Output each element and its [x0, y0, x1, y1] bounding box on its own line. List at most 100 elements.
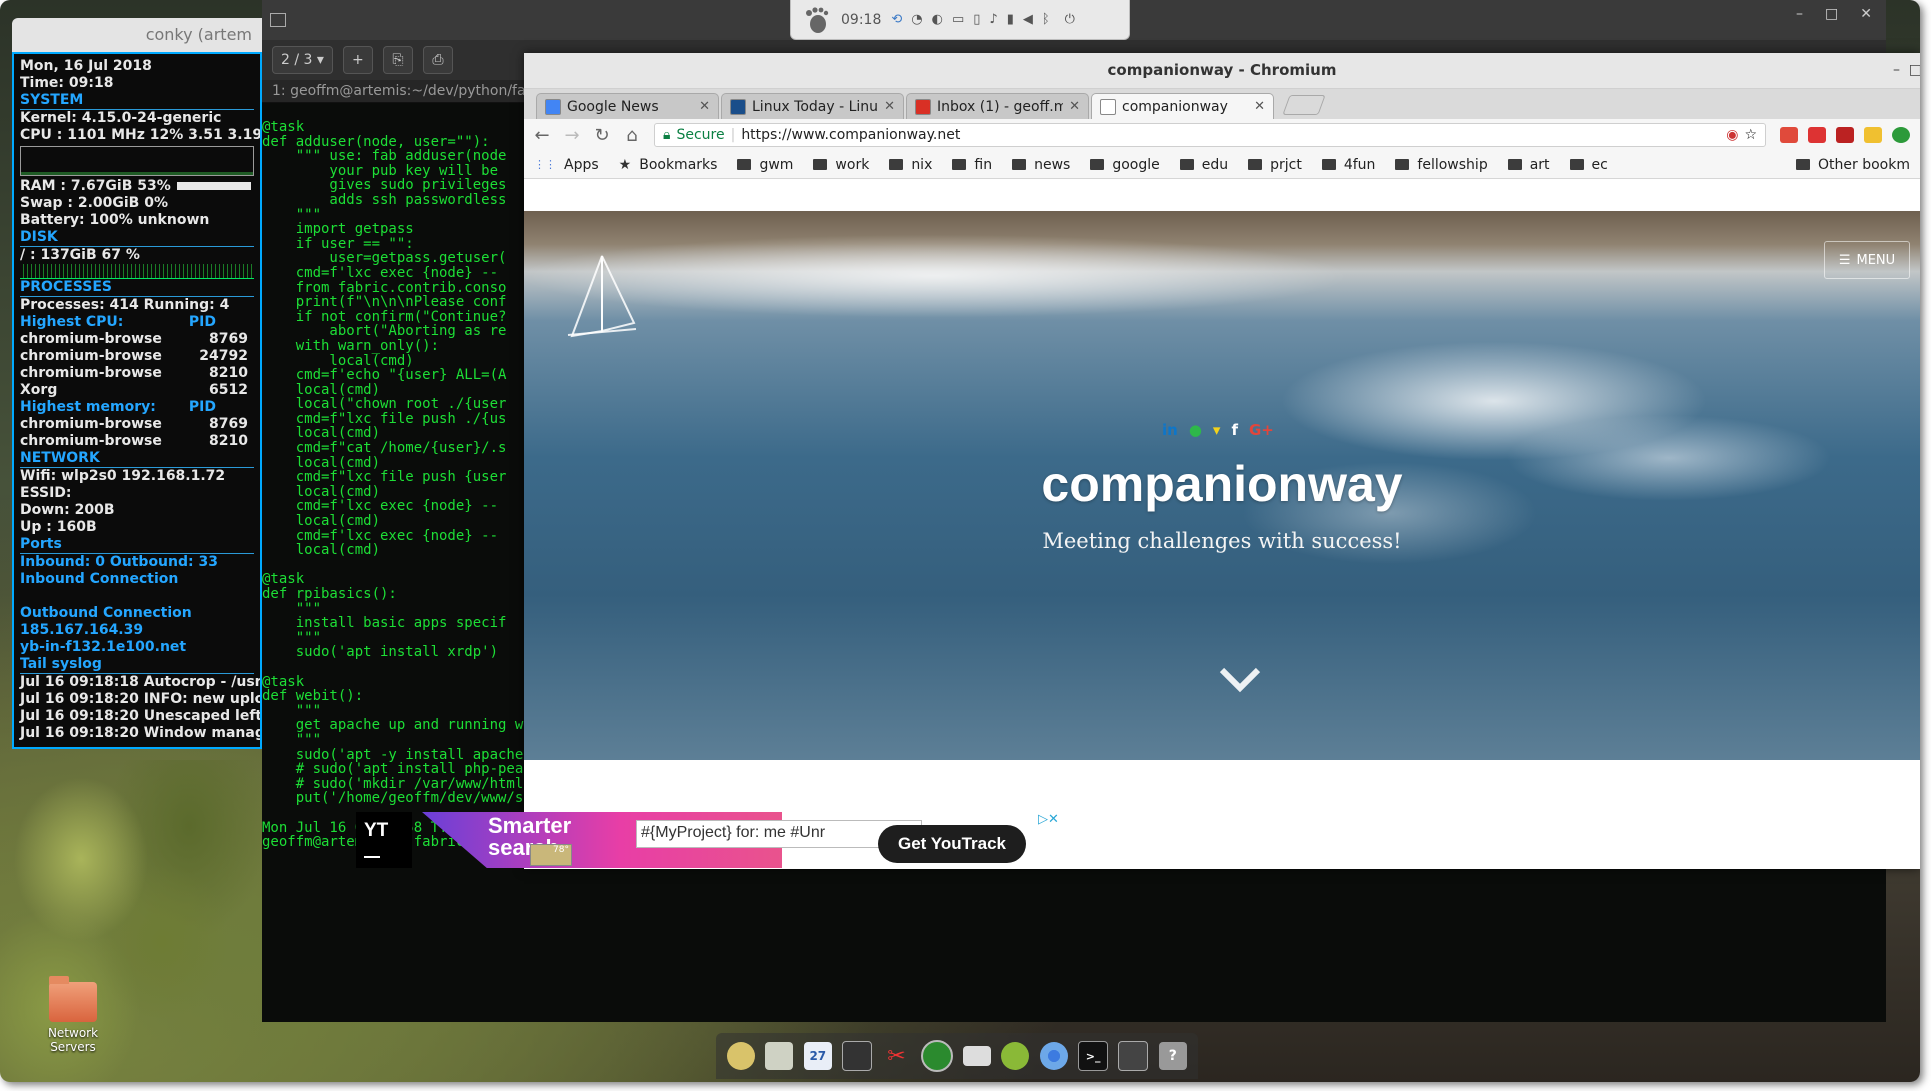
- bookmark-item[interactable]: fin: [952, 157, 992, 173]
- bookmark-item[interactable]: ★ Bookmarks: [619, 157, 718, 173]
- rocket-icon[interactable]: [1001, 1042, 1030, 1070]
- clipboard-icon[interactable]: ▯: [973, 12, 980, 27]
- get-youtrack-button[interactable]: Get YouTrack: [878, 825, 1026, 863]
- terminal-icon[interactable]: >_: [1078, 1041, 1109, 1071]
- conky-process-pid: 8769: [209, 331, 248, 347]
- twitter-icon[interactable]: ▾: [1213, 421, 1221, 439]
- bookmark-item[interactable]: art: [1507, 157, 1550, 173]
- browser-tab[interactable]: Inbox (1) - geoff.mc ✕: [906, 93, 1089, 119]
- split-view-icon[interactable]: [1118, 1041, 1149, 1071]
- close-icon[interactable]: ✕: [1860, 6, 1872, 22]
- conky-process-pid: 8210: [209, 433, 248, 449]
- address-bar[interactable]: 🔒︎ Secure | https://www.companionway.net…: [654, 123, 1766, 147]
- youtrack-ad[interactable]: YT Smarter search #{MyProject} for: me #U…: [356, 812, 1096, 868]
- bookmark-item[interactable]: fellowship: [1395, 157, 1488, 173]
- browser-tab[interactable]: Google News ✕: [536, 93, 719, 119]
- sailboat-logo-icon[interactable]: [562, 251, 642, 346]
- power-icon[interactable]: ⏻: [1065, 12, 1075, 27]
- other-bookmarks[interactable]: Other bookm: [1796, 157, 1910, 173]
- video-editor-icon[interactable]: [842, 1041, 873, 1071]
- bookmark-item[interactable]: nix: [889, 157, 932, 173]
- weather-ext-icon[interactable]: [1864, 127, 1882, 143]
- tab-close-icon[interactable]: ✕: [1069, 99, 1080, 114]
- gnome-foot-icon[interactable]: [801, 5, 831, 35]
- chromium-icon[interactable]: [1039, 1042, 1068, 1070]
- laptop-icon[interactable]: [963, 1046, 992, 1066]
- url-text[interactable]: https://www.companionway.net: [741, 127, 960, 143]
- bookmark-item[interactable]: edu: [1179, 157, 1228, 173]
- bookmark-item[interactable]: prjct: [1248, 157, 1302, 173]
- new-tab-button[interactable]: +: [342, 46, 373, 74]
- wifi-icon[interactable]: ◔: [911, 12, 922, 27]
- green-circle-app-icon[interactable]: [920, 1040, 953, 1072]
- menu-button[interactable]: ☰ MENU: [1824, 241, 1910, 279]
- tab-close-icon[interactable]: ✕: [699, 99, 710, 114]
- home-icon[interactable]: ⌂: [624, 125, 640, 146]
- lock-icon[interactable]: 🔒︎: [663, 127, 670, 143]
- image-viewer-icon[interactable]: [765, 1042, 794, 1070]
- conky-process-pid: 8210: [209, 365, 248, 381]
- chromium-window[interactable]: companionway - Chromium – □ Google News ✕…: [524, 53, 1920, 869]
- gmail-icon[interactable]: [1808, 127, 1826, 143]
- bookmark-item[interactable]: work: [813, 157, 869, 173]
- bookmark-item[interactable]: news: [1012, 157, 1070, 173]
- scissors-icon[interactable]: ✂: [882, 1042, 910, 1070]
- disk-utility-icon[interactable]: [727, 1042, 756, 1070]
- adchoices-icon[interactable]: ▷✕: [1038, 812, 1059, 827]
- favicon-icon: [1100, 98, 1116, 115]
- green-ext-icon[interactable]: [1892, 127, 1910, 143]
- browser-tab[interactable]: companionway ✕: [1091, 93, 1274, 119]
- calendar-ext-icon[interactable]: [1836, 127, 1854, 143]
- favicon-icon: [915, 98, 931, 115]
- maximize-icon[interactable]: □: [1825, 6, 1838, 22]
- weather-widget[interactable]: 78°: [530, 844, 572, 866]
- scroll-down-chevron-icon[interactable]: [1218, 666, 1262, 694]
- minimize-icon[interactable]: –: [1796, 6, 1803, 22]
- forward-icon[interactable]: →: [564, 125, 580, 146]
- site-settings-icon[interactable]: ◉: [1726, 127, 1738, 143]
- back-icon[interactable]: ←: [534, 125, 550, 146]
- linkedin-icon[interactable]: in: [1162, 421, 1178, 439]
- bookmark-item[interactable]: google: [1090, 157, 1160, 173]
- folder-icon: [889, 159, 904, 170]
- google-plus-icon[interactable]: G+: [1249, 421, 1274, 439]
- conky-process-pid: 24792: [199, 348, 248, 364]
- youtrack-logo-underline: [364, 856, 380, 858]
- new-tab-button[interactable]: [1282, 95, 1326, 115]
- browser-tab[interactable]: Linux Today - Linux ✕: [721, 93, 904, 119]
- facebook-icon[interactable]: f: [1231, 421, 1238, 439]
- folder-icon[interactable]: ▭: [952, 12, 964, 27]
- tab-close-icon[interactable]: ✕: [884, 99, 895, 114]
- bookmark-item[interactable]: ⋮⋮ Apps: [534, 157, 599, 173]
- sync-icon[interactable]: ⟲: [891, 12, 902, 27]
- conky-swap: Swap : 2.00GiB 0%: [20, 195, 168, 211]
- github-icon[interactable]: ●: [1189, 421, 1202, 439]
- reload-icon[interactable]: ↻: [594, 125, 610, 146]
- bookmark-star-icon[interactable]: ☆: [1744, 127, 1757, 143]
- bluetooth-icon[interactable]: ᛒ: [1042, 12, 1050, 27]
- gmail-checker-icon[interactable]: [1780, 127, 1798, 143]
- bookmark-item[interactable]: gwm: [737, 157, 793, 173]
- calendar-icon[interactable]: 27: [803, 1042, 832, 1070]
- bookmark-item[interactable]: ec: [1569, 157, 1608, 173]
- volume-icon[interactable]: ◀: [1023, 12, 1033, 27]
- tab-counter-dropdown[interactable]: 2 / 3 ▾: [272, 46, 333, 74]
- maximize-icon[interactable]: □: [1909, 53, 1920, 88]
- notification-bell-icon[interactable]: ♪: [989, 12, 997, 27]
- youtrack-logo[interactable]: YT: [356, 812, 412, 868]
- minimize-icon[interactable]: –: [1893, 53, 1900, 88]
- battery-icon[interactable]: ▮: [1007, 12, 1014, 27]
- split-button[interactable]: ⎘: [382, 46, 413, 74]
- bookmark-item[interactable]: 4fun: [1321, 157, 1375, 173]
- tab-close-icon[interactable]: ✕: [1254, 99, 1265, 114]
- network-servers-desktop-icon[interactable]: Network Servers: [38, 976, 108, 1054]
- site-brand[interactable]: companionway: [524, 455, 1920, 513]
- tab-label: companionway: [1122, 98, 1228, 115]
- night-light-icon[interactable]: ◐: [932, 12, 943, 27]
- terminal-menu-icon[interactable]: [270, 13, 286, 27]
- panel-clock[interactable]: 09:18: [841, 12, 881, 28]
- unknown-app-icon[interactable]: ?: [1158, 1042, 1187, 1070]
- folder-icon: [1321, 159, 1336, 170]
- paste-button[interactable]: ⎙: [422, 46, 453, 74]
- chromium-titlebar[interactable]: companionway - Chromium – □: [524, 53, 1920, 89]
